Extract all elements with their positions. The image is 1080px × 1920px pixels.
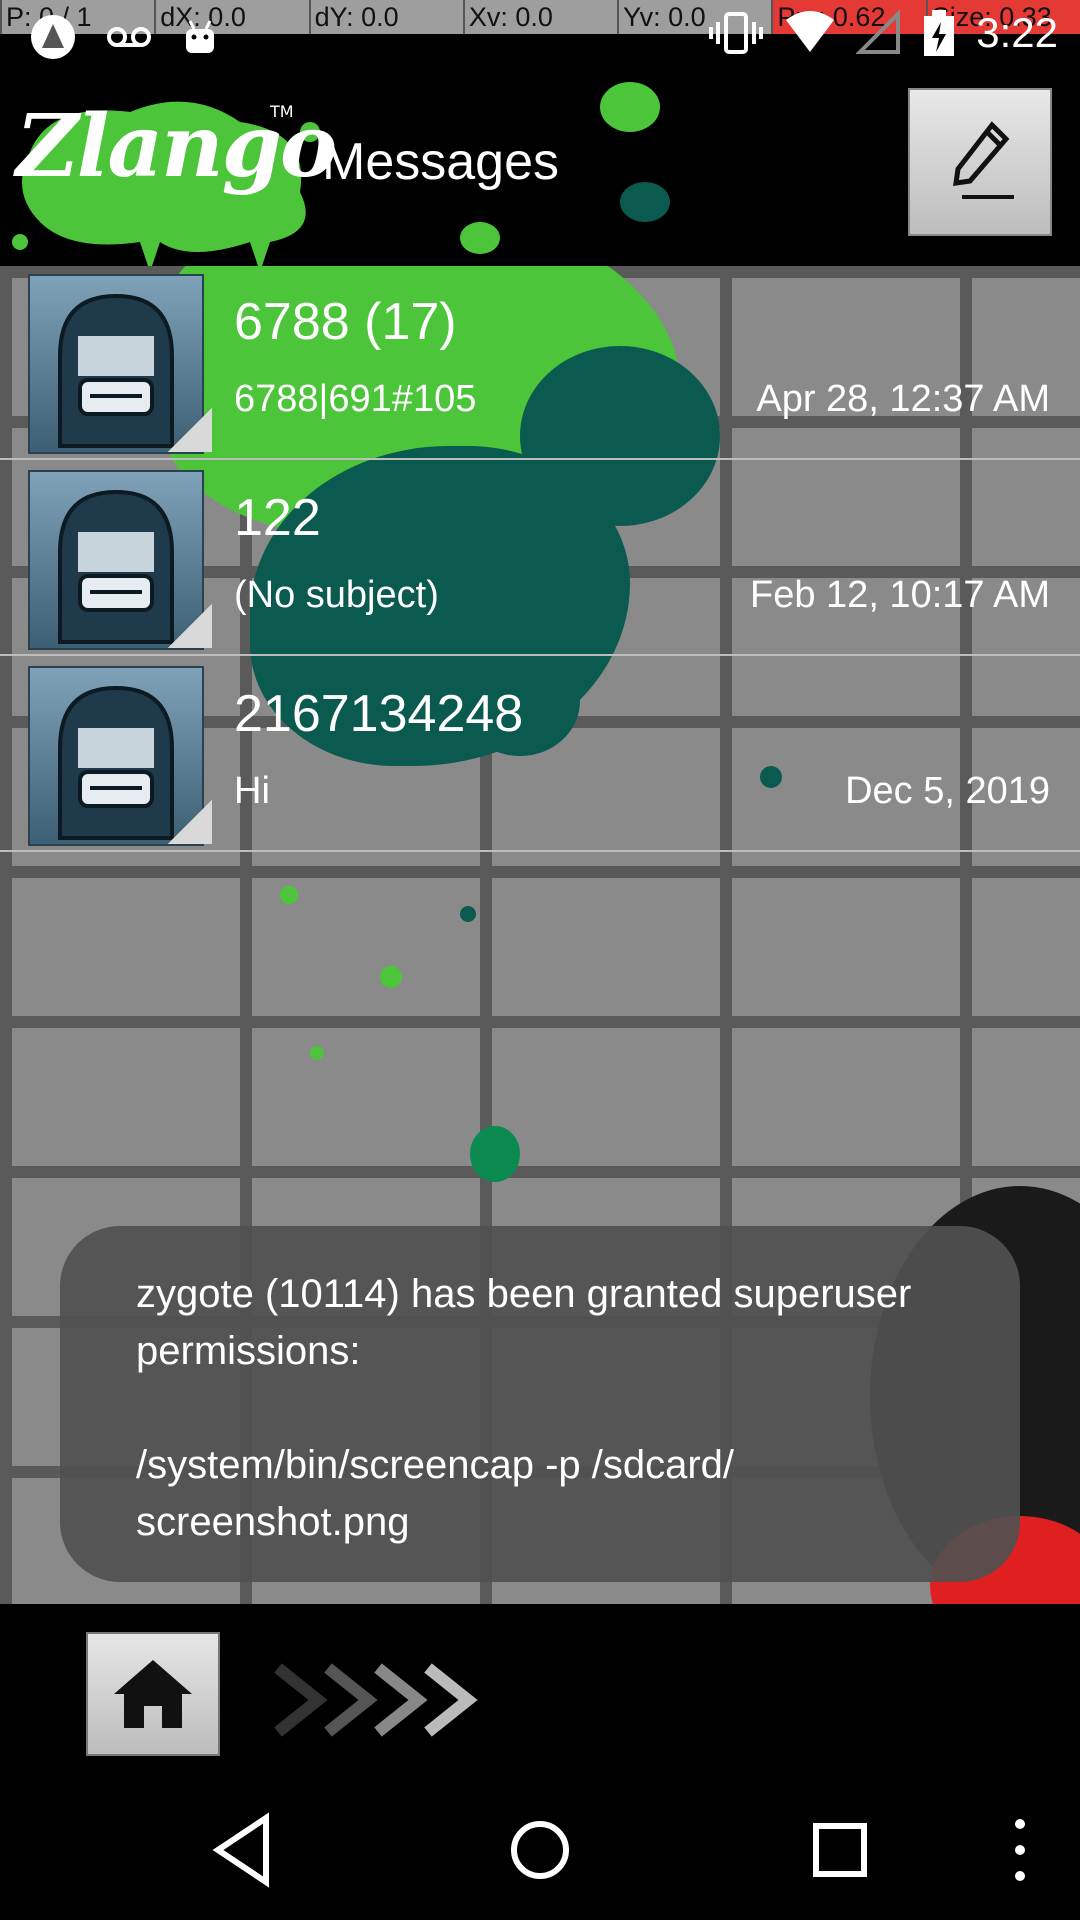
debug-pointers: P: 0 / 1	[0, 0, 154, 34]
home-button[interactable]	[86, 1632, 220, 1756]
logo-trademark: TM	[270, 102, 294, 121]
conversation-name: 122	[234, 489, 321, 547]
avatar-corner-triangle	[168, 604, 212, 648]
conversation-date: Apr 28, 12:37 AM	[756, 378, 1050, 420]
conversation-snippet: Hi	[234, 770, 270, 812]
green-drop-3	[380, 966, 402, 988]
debug-yv: Yv: 0.0	[617, 0, 771, 34]
conversation-date: Feb 12, 10:17 AM	[750, 574, 1050, 616]
conversation-row[interactable]: 122 (No subject) Feb 12, 10:17 AM	[0, 462, 1080, 656]
home-circle-icon[interactable]	[508, 1810, 572, 1890]
debug-pressure: Prs: 0.62	[771, 0, 926, 34]
conversation-date: Dec 5, 2019	[845, 770, 1050, 812]
debug-xv: Xv: 0.0	[462, 0, 617, 34]
recents-square-icon[interactable]	[808, 1810, 872, 1890]
debug-dx: dX: 0.0	[154, 0, 308, 34]
conversation-row[interactable]: 2167134248 Hi Dec 5, 2019	[0, 658, 1080, 852]
header-splat-2	[620, 182, 670, 222]
green-drop-5	[310, 1046, 324, 1060]
superuser-toast: zygote (10114) has been granted superuse…	[60, 1226, 1020, 1582]
bottom-app-bar	[0, 1604, 1080, 1780]
conversation-row[interactable]: 6788 (17) 6788|691#105 Apr 28, 12:37 AM	[0, 266, 1080, 460]
avatar-corner-triangle	[168, 408, 212, 452]
toast-command: /system/bin/screencap -p /sdcard/ screen…	[136, 1443, 735, 1544]
navigation-bar	[0, 1780, 1080, 1920]
pointer-debug-bar: P: 0 / 1 dX: 0.0 dY: 0.0 Xv: 0.0 Yv: 0.0…	[0, 0, 1080, 34]
green-drop-1	[470, 1126, 520, 1182]
compose-button[interactable]	[908, 88, 1052, 236]
conversation-snippet: 6788|691#105	[234, 378, 477, 420]
debug-size: Size: 0.33	[925, 0, 1080, 34]
header-splat-1	[600, 82, 660, 132]
back-triangle-icon[interactable]	[210, 1810, 274, 1890]
green-drop-2	[280, 886, 298, 904]
header-splat-3	[460, 222, 500, 254]
pencil-icon	[953, 121, 1014, 199]
overflow-menu-icon[interactable]	[1002, 1810, 1038, 1890]
avatar-corner-triangle	[168, 800, 212, 844]
page-title: Messages	[322, 133, 559, 191]
conversation-name: 2167134248	[234, 685, 524, 743]
conversation-name: 6788 (17)	[234, 293, 457, 351]
home-icon	[114, 1660, 192, 1728]
green-drop-4	[460, 906, 476, 922]
app-header: Zlango TM Messages	[0, 72, 1080, 266]
forward-arrows-icon[interactable]	[272, 1660, 492, 1740]
toast-message: zygote (10114) has been granted superuse…	[136, 1272, 912, 1373]
debug-dy: dY: 0.0	[308, 0, 463, 34]
conversation-snippet: (No subject)	[234, 574, 439, 616]
